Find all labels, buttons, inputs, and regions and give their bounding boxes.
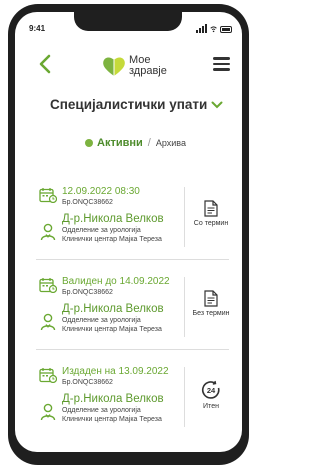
back-arrow-icon[interactable] bbox=[37, 53, 53, 75]
chevron-down-icon bbox=[211, 101, 223, 108]
page-title-dropdown[interactable]: Специјалистички упати bbox=[50, 97, 223, 112]
referral-card[interactable]: Валиден до 14.09.2022 Бр.ONQC38662 Д-р.Н… bbox=[36, 272, 234, 348]
status-time: 9:41 bbox=[29, 24, 46, 33]
referral-department: Одделение за урологија bbox=[62, 227, 141, 234]
card-divider bbox=[184, 367, 185, 427]
card-divider bbox=[184, 187, 185, 247]
filter-active-tab[interactable]: Активни bbox=[97, 137, 143, 149]
referral-number: Бр.ONQC38662 bbox=[62, 199, 113, 206]
filter-separator: / bbox=[147, 137, 151, 149]
referral-doctor: Д-р.Никола Велков bbox=[62, 213, 164, 225]
signal-icon bbox=[196, 24, 207, 33]
referral-department: Одделение за урологија bbox=[62, 407, 141, 414]
doctor-icon bbox=[40, 223, 56, 241]
referral-date: 12.09.2022 08:30 bbox=[62, 186, 140, 197]
24h-icon: 24 bbox=[201, 380, 220, 399]
referral-department: Одделение за урологија bbox=[62, 317, 141, 324]
status-filter: Активни / Архива bbox=[85, 137, 186, 149]
filter-archive-tab[interactable]: Архива bbox=[156, 138, 186, 148]
referral-number: Бр.ONQC38662 bbox=[62, 379, 113, 386]
document-calendar-icon bbox=[204, 200, 218, 217]
calendar-icon bbox=[39, 188, 57, 203]
doctor-icon bbox=[40, 403, 56, 421]
referral-card[interactable]: Издаден на 13.09.2022 Бр.ONQC38662 Д-р.Н… bbox=[36, 362, 234, 438]
referral-doctor: Д-р.Никола Велков bbox=[62, 303, 164, 315]
referral-action-button[interactable]: 24 Итен bbox=[186, 380, 236, 420]
referral-action-label: Без термин bbox=[192, 310, 230, 317]
logo-text-line2: здравје bbox=[129, 65, 167, 77]
phone-notch bbox=[74, 11, 182, 31]
referral-date: Издаден на 13.09.2022 bbox=[62, 366, 169, 377]
referral-clinic: Клинички центар Мајка Тереза bbox=[62, 236, 162, 243]
app-logo: Мое здравје bbox=[102, 52, 172, 80]
battery-icon bbox=[220, 26, 232, 33]
referral-clinic: Клинички центар Мајка Тереза bbox=[62, 416, 162, 423]
document-icon bbox=[204, 290, 218, 307]
status-icons bbox=[196, 23, 232, 33]
referral-action-label: Со термин bbox=[193, 220, 229, 227]
calendar-icon bbox=[39, 278, 57, 293]
calendar-icon bbox=[39, 368, 57, 383]
row-divider bbox=[36, 349, 229, 350]
referral-action-label: Итен bbox=[203, 403, 219, 410]
referral-number: Бр.ONQC38662 bbox=[62, 289, 113, 296]
referral-action-button[interactable]: Без термин bbox=[186, 290, 236, 330]
heart-leaf-logo-icon bbox=[103, 57, 125, 76]
referral-action-button[interactable]: Со термин bbox=[186, 200, 236, 240]
card-divider bbox=[184, 277, 185, 337]
svg-text:24: 24 bbox=[207, 386, 216, 395]
referral-card[interactable]: 12.09.2022 08:30 Бр.ONQC38662 Д-р.Никола… bbox=[36, 182, 234, 258]
doctor-icon bbox=[40, 313, 56, 331]
referral-clinic: Клинички центар Мајка Тереза bbox=[62, 326, 162, 333]
hamburger-menu-icon[interactable] bbox=[213, 57, 230, 71]
active-dot-icon bbox=[85, 139, 93, 147]
page-title: Специјалистички упати bbox=[50, 97, 208, 112]
row-divider bbox=[36, 259, 229, 260]
wifi-icon bbox=[210, 26, 217, 33]
referral-date: Валиден до 14.09.2022 bbox=[62, 276, 170, 287]
referral-doctor: Д-р.Никола Велков bbox=[62, 393, 164, 405]
